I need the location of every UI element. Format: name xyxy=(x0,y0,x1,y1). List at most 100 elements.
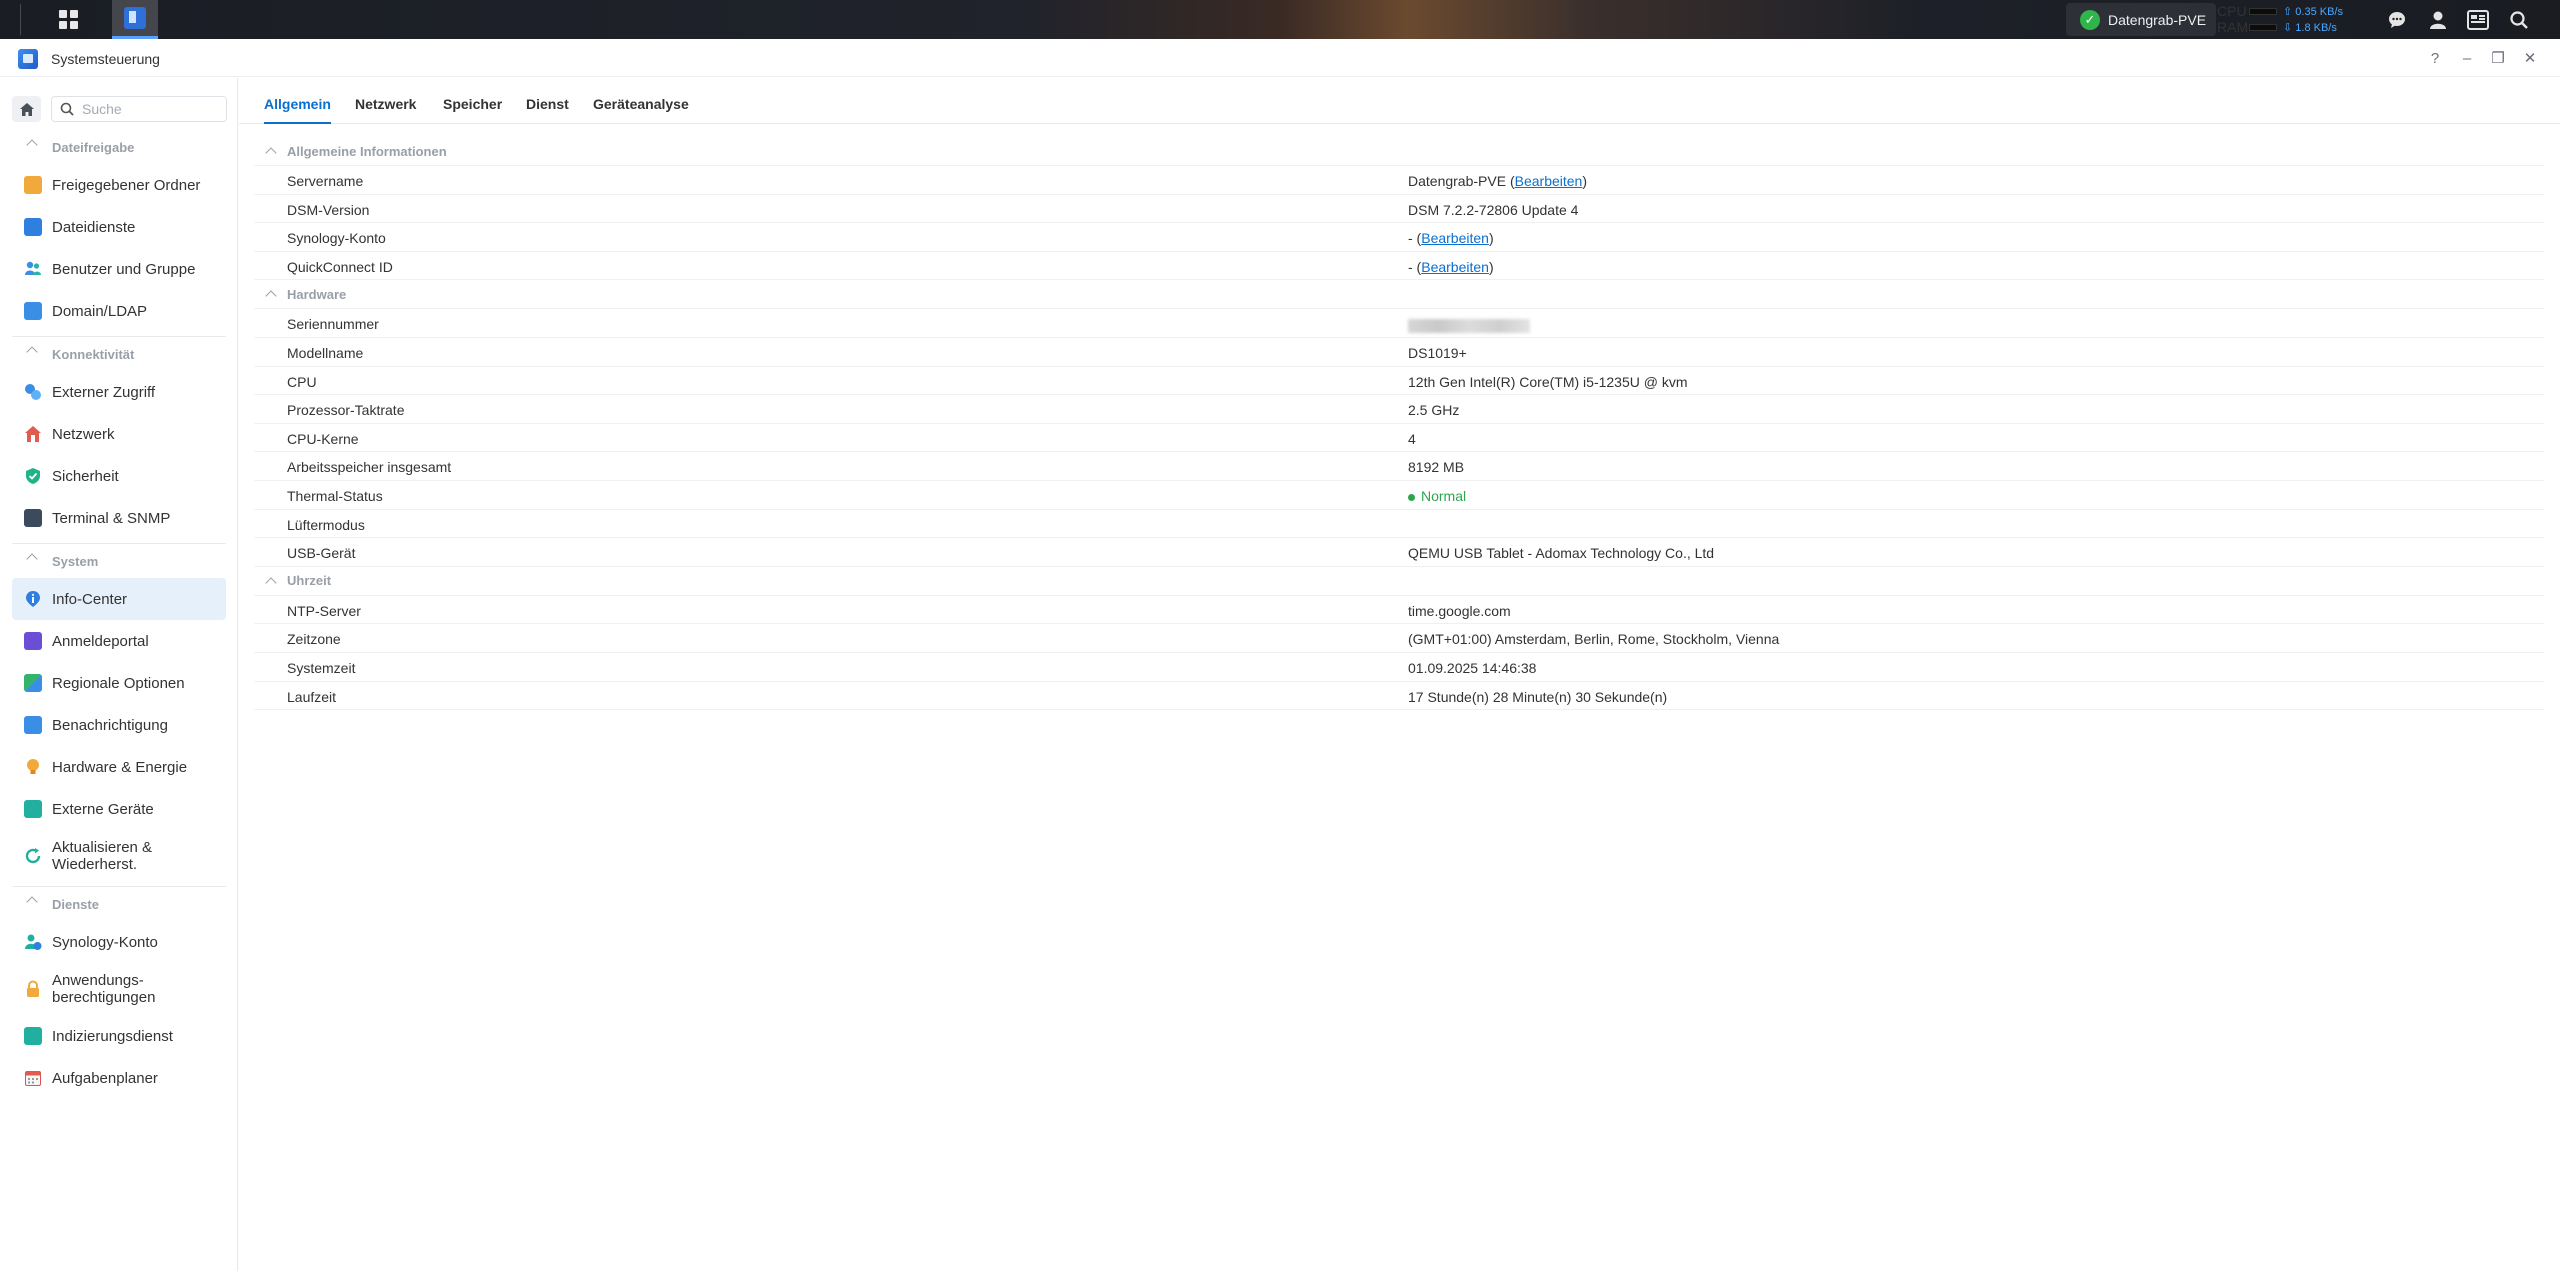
section-header-connectivity[interactable]: Konnektivität xyxy=(0,337,238,371)
sidebar-item-file-services[interactable]: Dateidienste xyxy=(12,206,226,248)
sidebar-item-synology-account[interactable]: Synology-Konto xyxy=(12,921,226,963)
info-row: Modellname DS1019+ xyxy=(254,338,2544,367)
user-icon[interactable] xyxy=(2424,6,2452,34)
info-row: Zeitzone (GMT+01:00) Amsterdam, Berlin, … xyxy=(254,624,2544,653)
section-header-file-sharing[interactable]: Dateifreigabe xyxy=(0,130,238,164)
chevron-up-icon xyxy=(26,553,38,565)
cpu-label: CPU xyxy=(2217,3,2247,19)
sidebar-item-update-restore[interactable]: Aktualisieren & Wiederherst. xyxy=(12,830,226,882)
edit-servername-link[interactable]: Bearbeiten xyxy=(1515,173,1583,189)
sidebar-search[interactable] xyxy=(51,96,227,122)
sidebar-item-network[interactable]: Netzwerk xyxy=(12,413,226,455)
info-value: - (Bearbeiten) xyxy=(1408,230,1494,247)
sidebar-item-regional-options[interactable]: Regionale Optionen xyxy=(12,662,226,704)
sidebar-item-label: Aktualisieren & Wiederherst. xyxy=(52,839,153,873)
sidebar-item-terminal-snmp[interactable]: Terminal & SNMP xyxy=(12,497,226,539)
control-panel-icon xyxy=(18,49,38,69)
sidebar-item-external-access[interactable]: Externer Zugriff xyxy=(12,371,226,413)
info-value: 12th Gen Intel(R) Core(TM) i5-1235U @ kv… xyxy=(1408,373,1688,390)
sidebar-item-login-portal[interactable]: Anmeldeportal xyxy=(12,620,226,662)
sidebar-item-users-groups[interactable]: Benutzer und Gruppe xyxy=(12,248,226,290)
info-row: Servername Datengrab-PVE (Bearbeiten) xyxy=(254,166,2544,195)
sidebar-item-label: Hardware & Energie xyxy=(52,758,188,776)
quickconnect-value: - xyxy=(1408,258,1413,275)
tab-general[interactable]: Allgemein xyxy=(264,96,331,124)
tab-service[interactable]: Dienst xyxy=(526,96,569,112)
info-row: Thermal-Status Normal xyxy=(254,481,2544,510)
sidebar-item-shared-folder[interactable]: Freigegebener Ordner xyxy=(12,164,226,206)
download-rate-value: 1.8 KB/s xyxy=(2295,21,2337,34)
taskbar-control-panel-button[interactable] xyxy=(112,0,158,39)
info-row: Laufzeit 17 Stunde(n) 28 Minute(n) 30 Se… xyxy=(254,682,2544,711)
home-button[interactable] xyxy=(12,96,41,122)
group-title: Hardware xyxy=(287,286,347,302)
window-titlebar[interactable]: Systemsteuerung ? – ❐ ✕ xyxy=(0,39,2560,77)
sidebar-nav: Dateifreigabe Freigegebener Ordner Datei… xyxy=(0,130,238,1099)
sidebar-item-app-permissions[interactable]: Anwendungs- berechtigungen xyxy=(12,963,226,1015)
sidebar-item-label: Domain/LDAP xyxy=(52,302,148,320)
info-row: DSM-Version DSM 7.2.2-72806 Update 4 xyxy=(254,195,2544,224)
chevron-up-icon xyxy=(26,896,38,908)
edit-quickconnect-link[interactable]: Bearbeiten xyxy=(1421,259,1489,275)
chat-icon[interactable] xyxy=(2383,6,2411,34)
serial-number-redacted xyxy=(1408,316,1530,333)
home-icon xyxy=(19,102,34,116)
info-value: 17 Stunde(n) 28 Minute(n) 30 Sekunde(n) xyxy=(1408,688,1668,705)
info-value: QEMU USB Tablet - Adomax Technology Co.,… xyxy=(1408,545,1715,562)
regional-options-icon xyxy=(24,674,42,692)
group-header-general[interactable]: Allgemeine Informationen xyxy=(254,137,2544,166)
tab-device-analysis[interactable]: Geräteanalyse xyxy=(593,96,689,112)
search-icon[interactable] xyxy=(2505,6,2533,34)
sidebar-item-hardware-power[interactable]: Hardware & Energie xyxy=(12,746,226,788)
info-panel: Allgemeine Informationen Servername Date… xyxy=(254,137,2544,711)
info-row: Seriennummer xyxy=(254,309,2544,338)
sidebar-item-notification[interactable]: Benachrichtigung xyxy=(12,704,226,746)
sidebar-item-external-devices[interactable]: Externe Geräte xyxy=(12,788,226,830)
info-label: CPU xyxy=(287,373,317,390)
info-label: Modellname xyxy=(287,344,364,361)
tab-storage[interactable]: Speicher xyxy=(443,96,502,112)
section-title: System xyxy=(52,553,99,569)
chevron-up-icon xyxy=(265,290,277,303)
sidebar-item-domain-ldap[interactable]: Domain/LDAP xyxy=(12,290,226,332)
help-button[interactable]: ? xyxy=(2424,47,2446,69)
sidebar: Dateifreigabe Freigegebener Ordner Datei… xyxy=(0,78,238,1271)
group-header-hardware[interactable]: Hardware xyxy=(254,280,2544,310)
sidebar-item-info-center[interactable]: Info-Center xyxy=(12,578,226,620)
restore-button[interactable]: ❐ xyxy=(2487,47,2509,69)
server-status[interactable]: ✓ Datengrab-PVE xyxy=(2066,3,2216,36)
sidebar-item-label: Info-Center xyxy=(52,590,128,608)
minimize-button[interactable]: – xyxy=(2456,47,2478,69)
tab-network[interactable]: Netzwerk xyxy=(355,96,416,112)
cpu-bar xyxy=(2249,7,2277,15)
calendar-icon xyxy=(24,1069,42,1087)
main-content: Allgemein Netzwerk Speicher Dienst Gerät… xyxy=(239,78,2560,1271)
sidebar-item-indexing-service[interactable]: Indizierungsdienst xyxy=(12,1015,226,1057)
info-value: Datengrab-PVE (Bearbeiten) xyxy=(1408,173,1588,189)
sidebar-item-task-scheduler[interactable]: Aufgabenplaner xyxy=(12,1057,226,1099)
info-label: Prozessor-Taktrate xyxy=(287,402,405,419)
info-value: 4 xyxy=(1408,430,1416,447)
info-value: - (Bearbeiten) xyxy=(1408,258,1494,275)
account-value: - xyxy=(1408,230,1413,247)
close-button[interactable]: ✕ xyxy=(2519,47,2541,69)
edit-account-link[interactable]: Bearbeiten xyxy=(1421,230,1489,246)
refresh-icon xyxy=(24,847,42,865)
info-label: Laufzeit xyxy=(287,688,337,705)
sidebar-item-security[interactable]: Sicherheit xyxy=(12,455,226,497)
thermal-status: Normal xyxy=(1408,488,1466,504)
info-icon xyxy=(24,590,42,608)
search-input[interactable] xyxy=(82,101,212,117)
resource-monitor[interactable]: CPU ⇧ 0.35 KB/s RAM ⇩ 1.8 KB/s xyxy=(2217,3,2347,36)
section-header-system[interactable]: System xyxy=(0,544,238,578)
group-header-time[interactable]: Uhrzeit xyxy=(254,567,2544,596)
taskbar-divider xyxy=(20,4,21,35)
widgets-icon[interactable] xyxy=(2464,6,2492,34)
sidebar-item-label: Anwendungs- berechtigungen xyxy=(52,972,156,1006)
info-row: USB-Gerät QEMU USB Tablet - Adomax Techn… xyxy=(254,538,2544,567)
section-header-services[interactable]: Dienste xyxy=(0,887,238,921)
main-menu-button[interactable] xyxy=(45,0,91,39)
chevron-up-icon xyxy=(26,139,38,151)
info-label: Arbeitsspeicher insgesamt xyxy=(287,459,452,476)
group-title: Uhrzeit xyxy=(287,573,332,589)
